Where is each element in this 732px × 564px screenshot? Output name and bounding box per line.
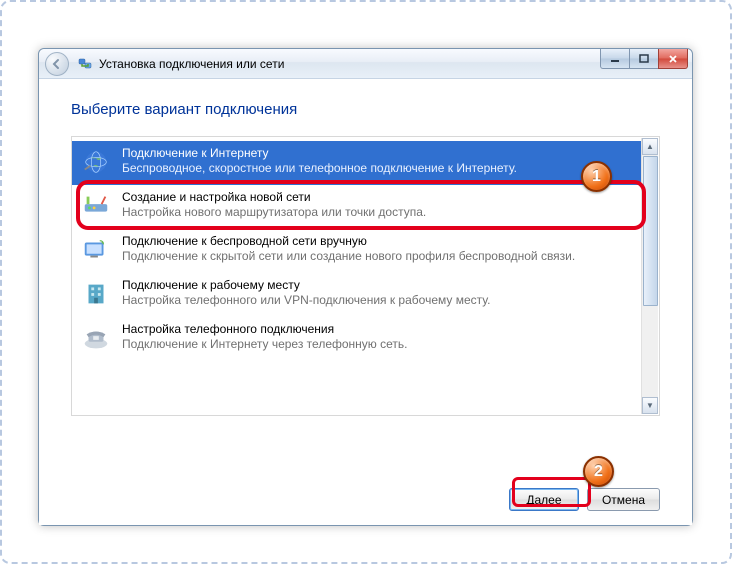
option-workplace[interactable]: Подключение к рабочему месту Настройка т…: [72, 273, 641, 317]
maximize-button[interactable]: [629, 49, 659, 69]
building-icon: [80, 278, 112, 310]
next-button[interactable]: Далее: [509, 488, 579, 511]
option-dialup[interactable]: Настройка телефонного подключения Подклю…: [72, 317, 641, 361]
option-title: Подключение к беспроводной сети вручную: [122, 234, 633, 249]
option-wireless-manual[interactable]: Подключение к беспроводной сети вручную …: [72, 229, 641, 273]
cancel-button[interactable]: Отмена: [587, 488, 660, 511]
option-internet[interactable]: Подключение к Интернету Беспроводное, ск…: [72, 141, 641, 185]
phone-icon: [80, 322, 112, 354]
connection-options-list: Подключение к Интернету Беспроводное, ск…: [71, 136, 660, 416]
button-row: Далее Отмена: [71, 488, 660, 511]
wizard-dialog: Установка подключения или сети Выберите …: [38, 48, 693, 526]
scroll-up-button[interactable]: ▲: [642, 138, 658, 155]
option-title: Подключение к рабочему месту: [122, 278, 633, 293]
wifi-monitor-icon: [80, 234, 112, 266]
annotation-marker-1: 1: [581, 161, 612, 192]
option-desc: Настройка нового маршрутизатора или точк…: [122, 205, 633, 220]
window-controls: [601, 49, 688, 69]
minimize-button[interactable]: [600, 49, 630, 69]
option-desc: Беспроводное, скоростное или телефонное …: [122, 161, 633, 176]
option-desc: Подключение к Интернету через телефонную…: [122, 337, 633, 352]
scroll-down-button[interactable]: ▼: [642, 397, 658, 414]
back-button[interactable]: [45, 52, 69, 76]
annotation-marker-2: 2: [583, 456, 614, 487]
option-title: Настройка телефонного подключения: [122, 322, 633, 337]
titlebar: Установка подключения или сети: [39, 49, 692, 79]
scrollbar[interactable]: ▲ ▼: [641, 138, 658, 414]
close-button[interactable]: [658, 49, 688, 69]
scroll-thumb[interactable]: [643, 156, 658, 306]
router-icon: [80, 190, 112, 222]
option-desc: Настройка телефонного или VPN-подключени…: [122, 293, 633, 308]
option-new-network[interactable]: Создание и настройка новой сети Настройк…: [72, 185, 641, 229]
option-desc: Подключение к скрытой сети или создание …: [122, 249, 633, 264]
page-heading: Выберите вариант подключения: [71, 101, 660, 118]
network-wizard-icon: [77, 56, 93, 72]
titlebar-text: Установка подключения или сети: [99, 57, 284, 71]
option-title: Создание и настройка новой сети: [122, 190, 633, 205]
option-title: Подключение к Интернету: [122, 146, 633, 161]
globe-icon: [80, 146, 112, 178]
